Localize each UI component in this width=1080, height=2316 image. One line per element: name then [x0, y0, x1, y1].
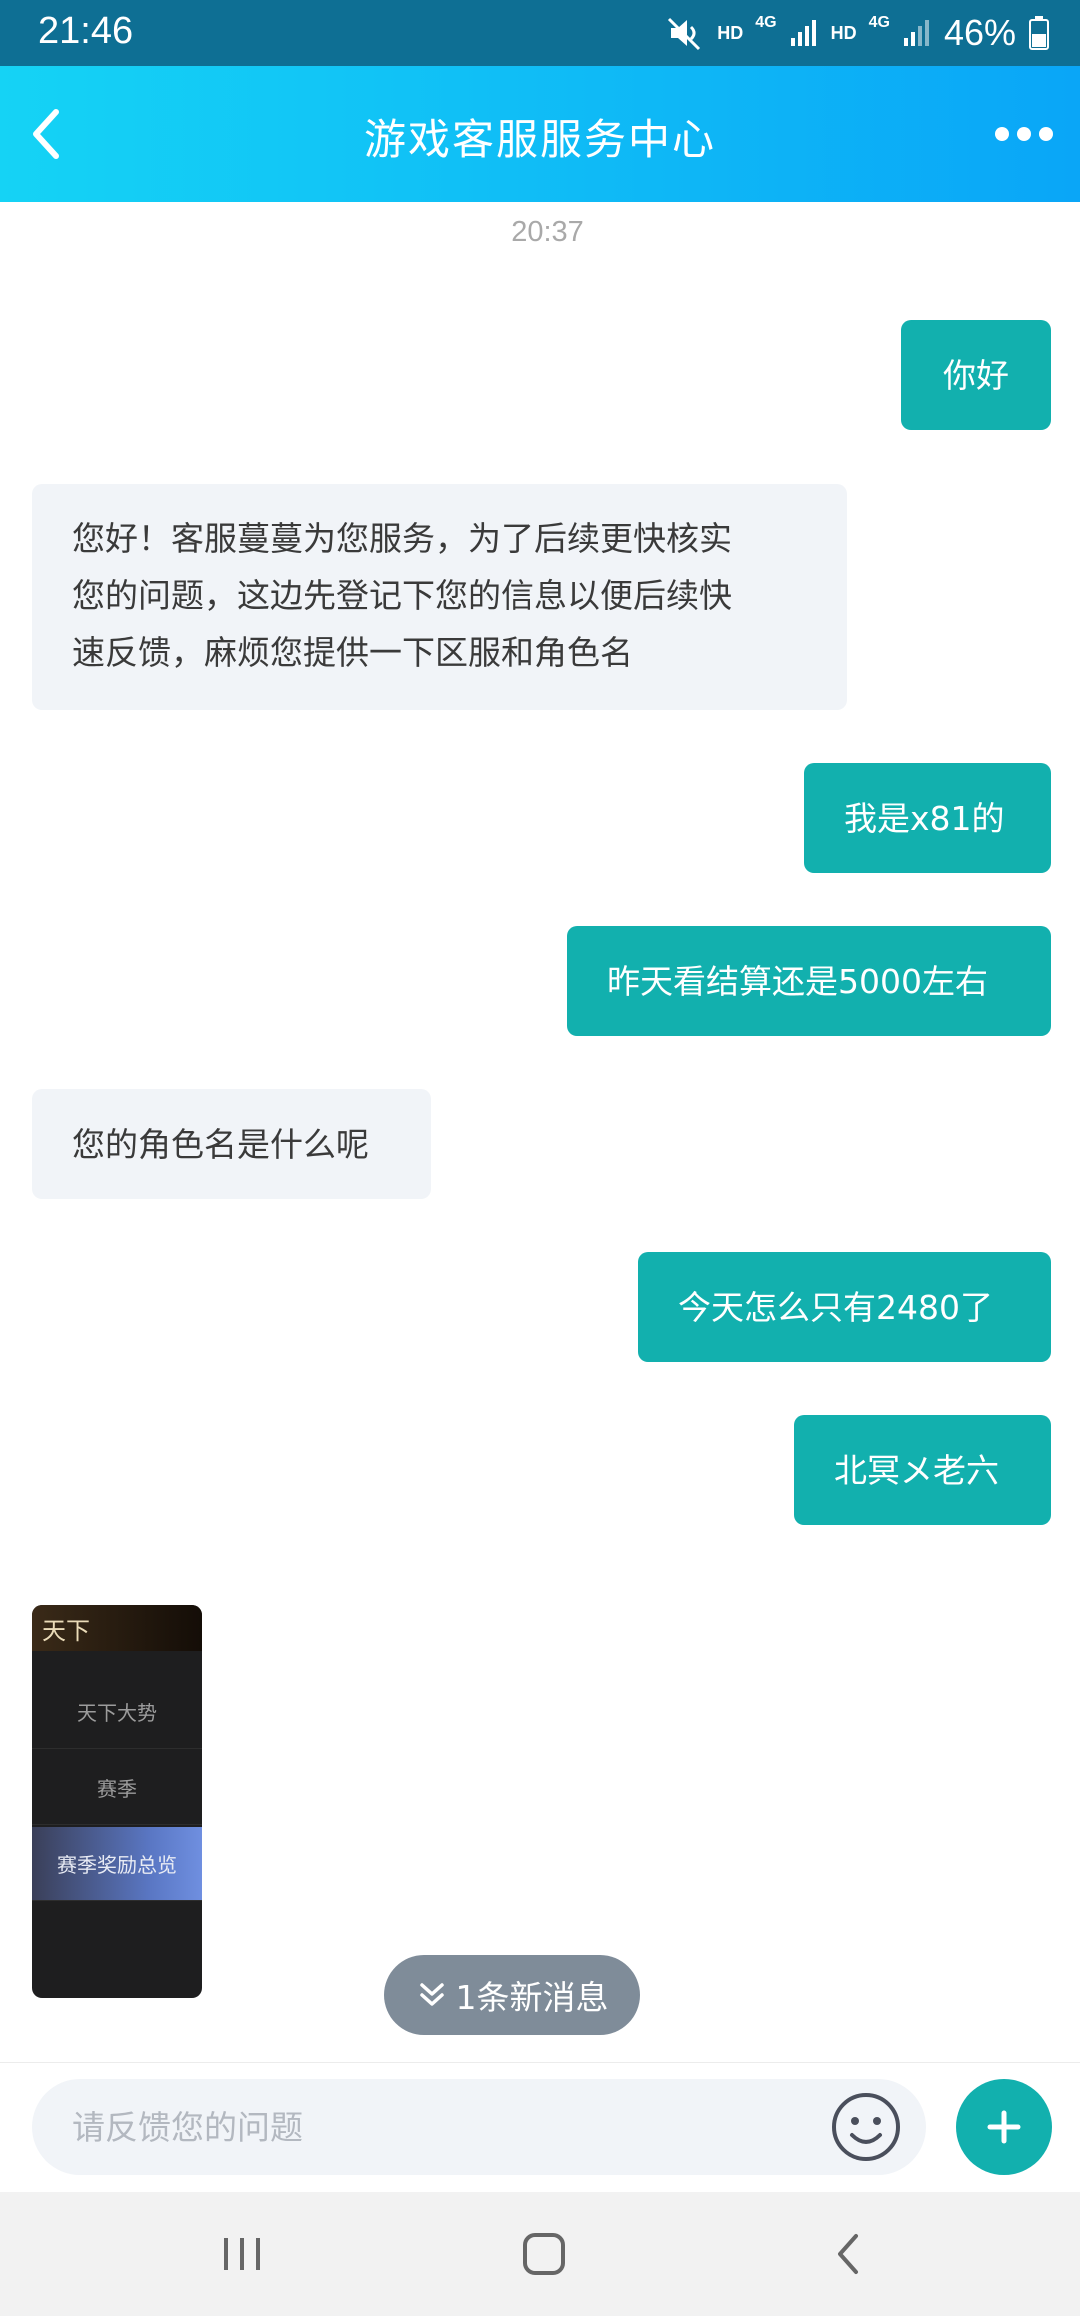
new-message-label: 1条新消息: [455, 1978, 609, 2017]
user-message-bubble[interactable]: 我是x81的: [804, 763, 1051, 873]
image-menu-row: 天下大势: [32, 1675, 202, 1749]
message-input-container: [32, 2079, 926, 2175]
agent-message-bubble[interactable]: 您的角色名是什么呢: [32, 1089, 431, 1199]
double-chevron-down-icon: [419, 1983, 444, 2006]
status-icons: HD 4G HD 4G 46%: [665, 8, 1050, 58]
chat-timestamp: 20:37: [511, 216, 584, 248]
image-menu-row: 赛季: [32, 1751, 202, 1825]
agent-message-line: 您好！客服蔓蔓为您服务，为了后续更快核实: [72, 519, 732, 558]
new-message-pill[interactable]: 1条新消息: [384, 1955, 640, 2035]
hd-label-1: HD: [717, 22, 744, 43]
mute-icon: [668, 17, 701, 51]
recent-apps-icon[interactable]: [212, 2224, 272, 2284]
message-input[interactable]: [72, 2079, 802, 2175]
network-label-1: 4G: [755, 14, 777, 31]
hd-label-2: HD: [830, 22, 857, 43]
image-logo-text: 天下: [42, 1617, 90, 1645]
system-navigation-bar: [0, 2192, 1080, 2316]
user-message-bubble[interactable]: 北冥メ老六: [794, 1415, 1051, 1525]
emoji-icon[interactable]: [830, 2091, 902, 2163]
more-options-icon[interactable]: [994, 114, 1054, 154]
status-time: 21:46: [38, 10, 134, 52]
agent-message-line: 您的问题，这边先登记下您的信息以便后续快: [72, 576, 732, 615]
user-message-bubble[interactable]: 你好: [901, 320, 1051, 430]
user-message-bubble[interactable]: 今天怎么只有2480了: [638, 1252, 1051, 1362]
app-header: 游戏客服服务中心: [0, 66, 1080, 202]
agent-message-line: 速反馈，麻烦您提供一下区服和角色名: [72, 633, 633, 672]
signal-icon: [790, 20, 816, 46]
add-attachment-button[interactable]: [956, 2079, 1052, 2175]
agent-message-bubble[interactable]: 您好！客服蔓蔓为您服务，为了后续更快核实 您的问题，这边先登记下您的信息以便后续…: [32, 484, 847, 710]
signal-icon-2: [903, 20, 929, 46]
battery-percent: 46%: [943, 12, 1016, 53]
battery-icon: [1029, 16, 1049, 50]
input-bar: [0, 2062, 1080, 2192]
back-nav-icon[interactable]: [818, 2224, 878, 2284]
status-bar: 21:46 HD 4G HD 4G 46%: [0, 0, 1080, 66]
user-message-bubble[interactable]: 昨天看结算还是5000左右: [567, 926, 1051, 1036]
home-icon[interactable]: [514, 2224, 574, 2284]
network-label-2: 4G: [868, 14, 890, 31]
page-title: 游戏客服服务中心: [363, 115, 716, 164]
image-message[interactable]: 天下 天下大势 赛季 赛季奖励总览: [32, 1605, 202, 1998]
image-menu-row-selected: 赛季奖励总览: [32, 1827, 202, 1901]
